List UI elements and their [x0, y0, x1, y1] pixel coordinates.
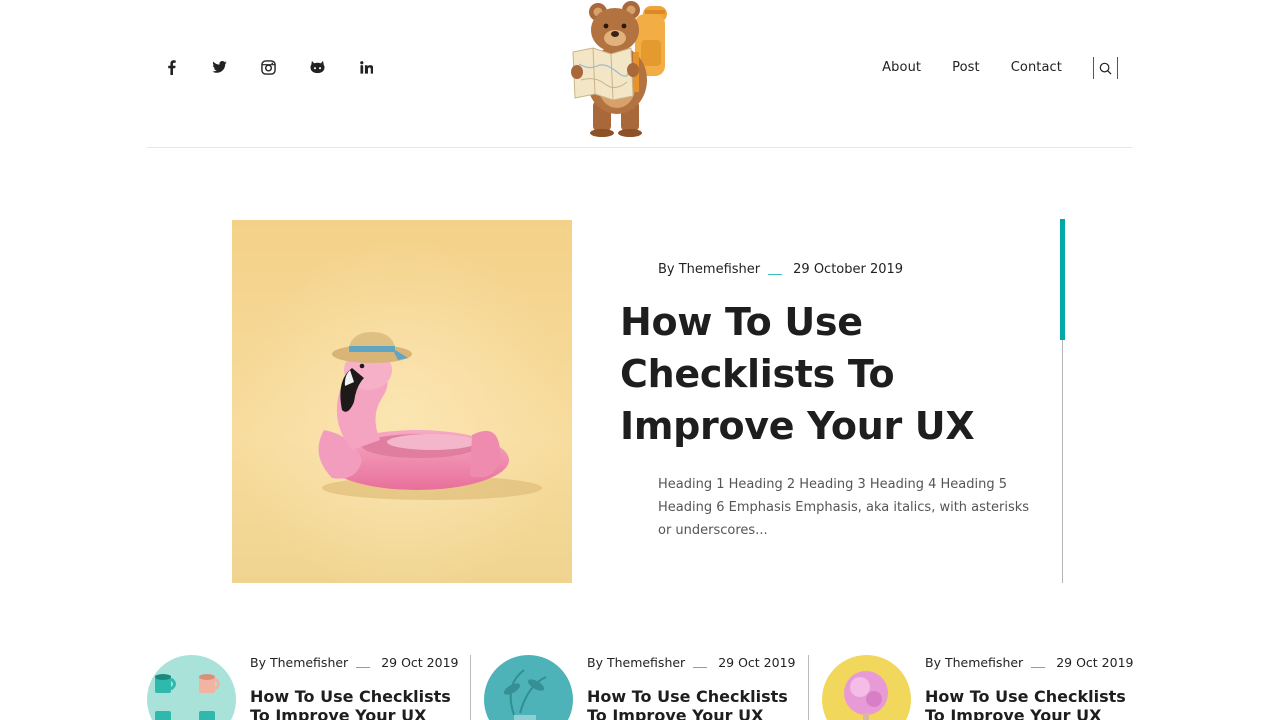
bear-logo-icon	[571, 1, 667, 137]
post-card-author[interactable]: By Themefisher	[587, 655, 685, 670]
post-card-date: 29 Oct 2019	[1056, 655, 1134, 670]
main-nav: About Post Contact	[882, 56, 1118, 80]
meta-divider	[768, 274, 783, 275]
twitter-icon	[212, 61, 227, 73]
post-card-author[interactable]: By Themefisher	[250, 655, 348, 670]
nav-about[interactable]: About	[882, 56, 921, 80]
slider-scrollbar-thumb[interactable]	[1060, 219, 1065, 340]
post-card-thumbnail[interactable]	[822, 655, 911, 720]
instagram-link[interactable]	[244, 56, 293, 78]
github-link[interactable]	[293, 56, 342, 78]
post-card-title[interactable]: How To Use Checklists To Improve Your UX	[925, 687, 1135, 720]
featured-post-excerpt: Heading 1 Heading 2 Heading 3 Heading 4 …	[658, 477, 1030, 538]
featured-post-title[interactable]: How To Use Checklists To Improve Your UX	[620, 296, 1040, 452]
teal-plant-image	[484, 655, 573, 720]
post-card-date: 29 Oct 2019	[381, 655, 459, 670]
card-divider	[808, 655, 809, 720]
post-card: By Themefisher 29 Oct 2019 How To Use Ch…	[822, 655, 1142, 720]
post-card-author[interactable]: By Themefisher	[925, 655, 1023, 670]
post-card-meta: By Themefisher 29 Oct 2019	[250, 655, 458, 670]
linkedin-icon	[360, 60, 373, 74]
github-icon	[310, 60, 325, 74]
pink-pompom-image	[822, 655, 911, 720]
facebook-link[interactable]	[147, 56, 195, 78]
meta-divider	[1031, 667, 1046, 668]
featured-post-author[interactable]: By Themefisher	[658, 262, 760, 277]
search-icon	[1099, 62, 1112, 74]
social-links	[147, 56, 391, 78]
post-card-meta: By Themefisher 29 Oct 2019	[925, 655, 1133, 670]
post-card-thumbnail[interactable]	[147, 655, 236, 720]
meta-divider	[356, 667, 371, 668]
mugs-image	[147, 655, 236, 720]
flamingo-float-image	[232, 220, 572, 583]
linkedin-link[interactable]	[342, 56, 391, 78]
nav-post[interactable]: Post	[952, 56, 980, 80]
post-card: By Themefisher 29 Oct 2019 How To Use Ch…	[147, 655, 467, 720]
site-header: About Post Contact	[147, 0, 1132, 148]
twitter-link[interactable]	[195, 56, 244, 78]
facebook-icon	[167, 59, 176, 75]
nav-contact[interactable]: Contact	[1011, 56, 1062, 80]
featured-post-date: 29 October 2019	[793, 262, 904, 277]
meta-divider	[693, 667, 708, 668]
post-card-meta: By Themefisher 29 Oct 2019	[587, 655, 795, 670]
site-logo[interactable]	[571, 0, 675, 138]
post-card-title[interactable]: How To Use Checklists To Improve Your UX	[250, 687, 460, 720]
instagram-icon	[261, 59, 276, 75]
post-card: By Themefisher 29 Oct 2019 How To Use Ch…	[484, 655, 804, 720]
card-divider	[470, 655, 471, 720]
featured-post-image[interactable]	[232, 220, 572, 583]
post-card-date: 29 Oct 2019	[718, 655, 796, 670]
post-card-title[interactable]: How To Use Checklists To Improve Your UX	[587, 687, 797, 720]
search-button[interactable]	[1093, 57, 1118, 79]
post-card-thumbnail[interactable]	[484, 655, 573, 720]
featured-post-meta: By Themefisher 29 October 2019	[658, 262, 903, 277]
